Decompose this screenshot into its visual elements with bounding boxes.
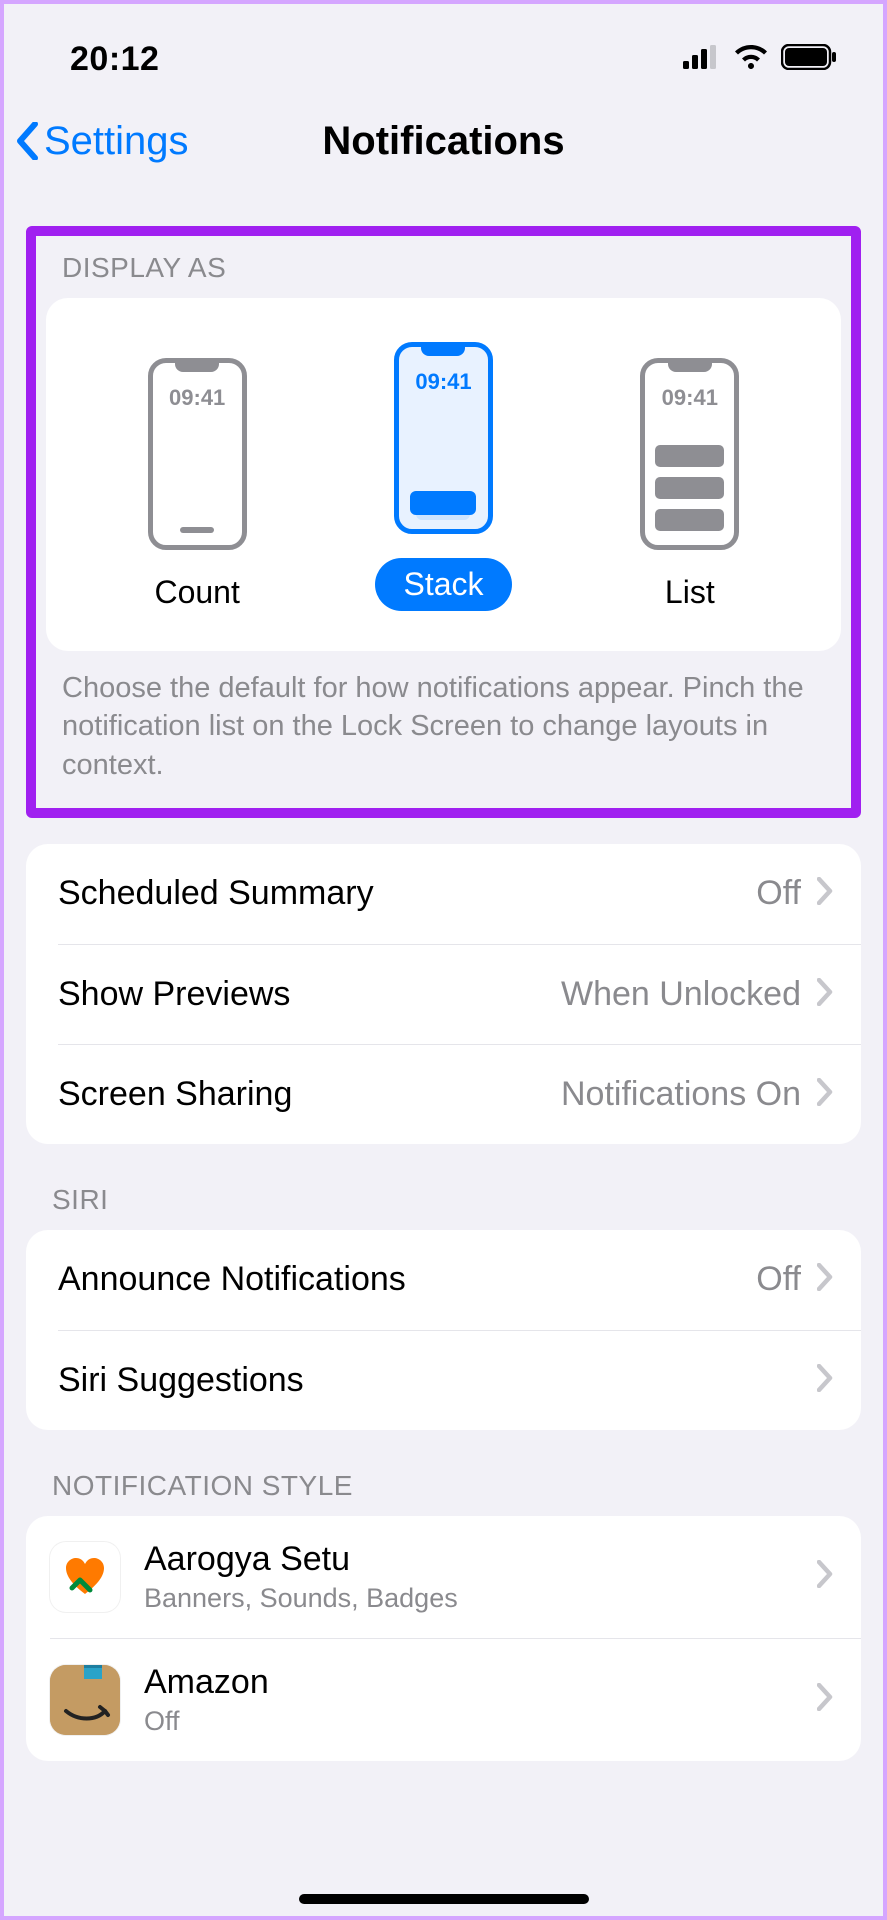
section-header-siri: SIRI <box>26 1144 861 1230</box>
chevron-right-icon <box>817 1364 833 1397</box>
chevron-right-icon <box>817 877 833 910</box>
preview-time: 09:41 <box>399 369 488 395</box>
count-preview-icon: 09:41 <box>148 358 247 550</box>
app-name: Aarogya Setu <box>144 1540 793 1579</box>
chevron-right-icon <box>817 1263 833 1296</box>
page-title: Notifications <box>322 119 564 164</box>
row-label: Show Previews <box>58 975 290 1014</box>
stack-preview-icon: 09:41 <box>394 342 493 534</box>
row-scheduled-summary[interactable]: Scheduled Summary Off <box>26 844 861 944</box>
preview-time: 09:41 <box>153 385 242 411</box>
display-as-card: 09:41 Count 09:41 Stack <box>46 298 841 651</box>
list-preview-icon: 09:41 <box>640 358 739 550</box>
wifi-icon <box>733 44 769 75</box>
notification-style-card: Aarogya Setu Banners, Sounds, Badges Ama… <box>26 1516 861 1761</box>
section-header-style: NOTIFICATION STYLE <box>26 1430 861 1516</box>
section-header-display: DISPLAY AS <box>46 236 841 298</box>
chevron-right-icon <box>817 978 833 1011</box>
chevron-left-icon <box>14 120 40 162</box>
app-row-aarogya-setu[interactable]: Aarogya Setu Banners, Sounds, Badges <box>26 1516 861 1638</box>
option-label-count: Count <box>154 574 239 611</box>
row-value: Off <box>756 874 801 913</box>
display-option-list[interactable]: 09:41 List <box>600 358 780 611</box>
preview-time: 09:41 <box>645 385 734 411</box>
battery-icon <box>781 44 837 75</box>
status-bar: 20:12 <box>0 0 887 100</box>
general-settings-card: Scheduled Summary Off Show Previews When… <box>26 844 861 1144</box>
chevron-right-icon <box>817 1560 833 1593</box>
row-label: Screen Sharing <box>58 1075 292 1114</box>
display-option-stack[interactable]: 09:41 Stack <box>353 342 533 611</box>
nav-bar: Settings Notifications <box>0 100 887 190</box>
row-siri-suggestions[interactable]: Siri Suggestions <box>58 1330 861 1430</box>
row-label: Scheduled Summary <box>58 874 374 913</box>
display-footer-text: Choose the default for how notifications… <box>46 651 841 788</box>
row-label: Siri Suggestions <box>58 1361 304 1400</box>
row-show-previews[interactable]: Show Previews When Unlocked <box>58 944 861 1044</box>
chevron-right-icon <box>817 1683 833 1716</box>
option-label-list: List <box>665 574 715 611</box>
status-time: 20:12 <box>70 40 159 79</box>
cellular-icon <box>683 45 721 74</box>
app-name: Amazon <box>144 1663 793 1702</box>
row-label: Announce Notifications <box>58 1260 406 1299</box>
row-value: Notifications On <box>561 1075 801 1114</box>
app-sub: Banners, Sounds, Badges <box>144 1583 793 1614</box>
app-sub: Off <box>144 1706 793 1737</box>
aarogya-setu-icon <box>50 1542 120 1612</box>
display-as-highlight: DISPLAY AS 09:41 Count 09:41 <box>26 226 861 818</box>
display-option-count[interactable]: 09:41 Count <box>107 358 287 611</box>
status-icons <box>683 44 837 75</box>
back-button[interactable]: Settings <box>14 119 189 164</box>
home-indicator[interactable] <box>299 1894 589 1904</box>
chevron-right-icon <box>817 1078 833 1111</box>
option-label-stack: Stack <box>375 558 511 611</box>
amazon-icon <box>50 1665 120 1735</box>
siri-card: Announce Notifications Off Siri Suggesti… <box>26 1230 861 1430</box>
row-value: Off <box>756 1260 801 1299</box>
row-announce-notifications[interactable]: Announce Notifications Off <box>26 1230 861 1330</box>
app-row-amazon[interactable]: Amazon Off <box>50 1638 861 1761</box>
row-screen-sharing[interactable]: Screen Sharing Notifications On <box>58 1044 861 1144</box>
row-value: When Unlocked <box>561 975 801 1014</box>
back-label: Settings <box>44 119 189 164</box>
